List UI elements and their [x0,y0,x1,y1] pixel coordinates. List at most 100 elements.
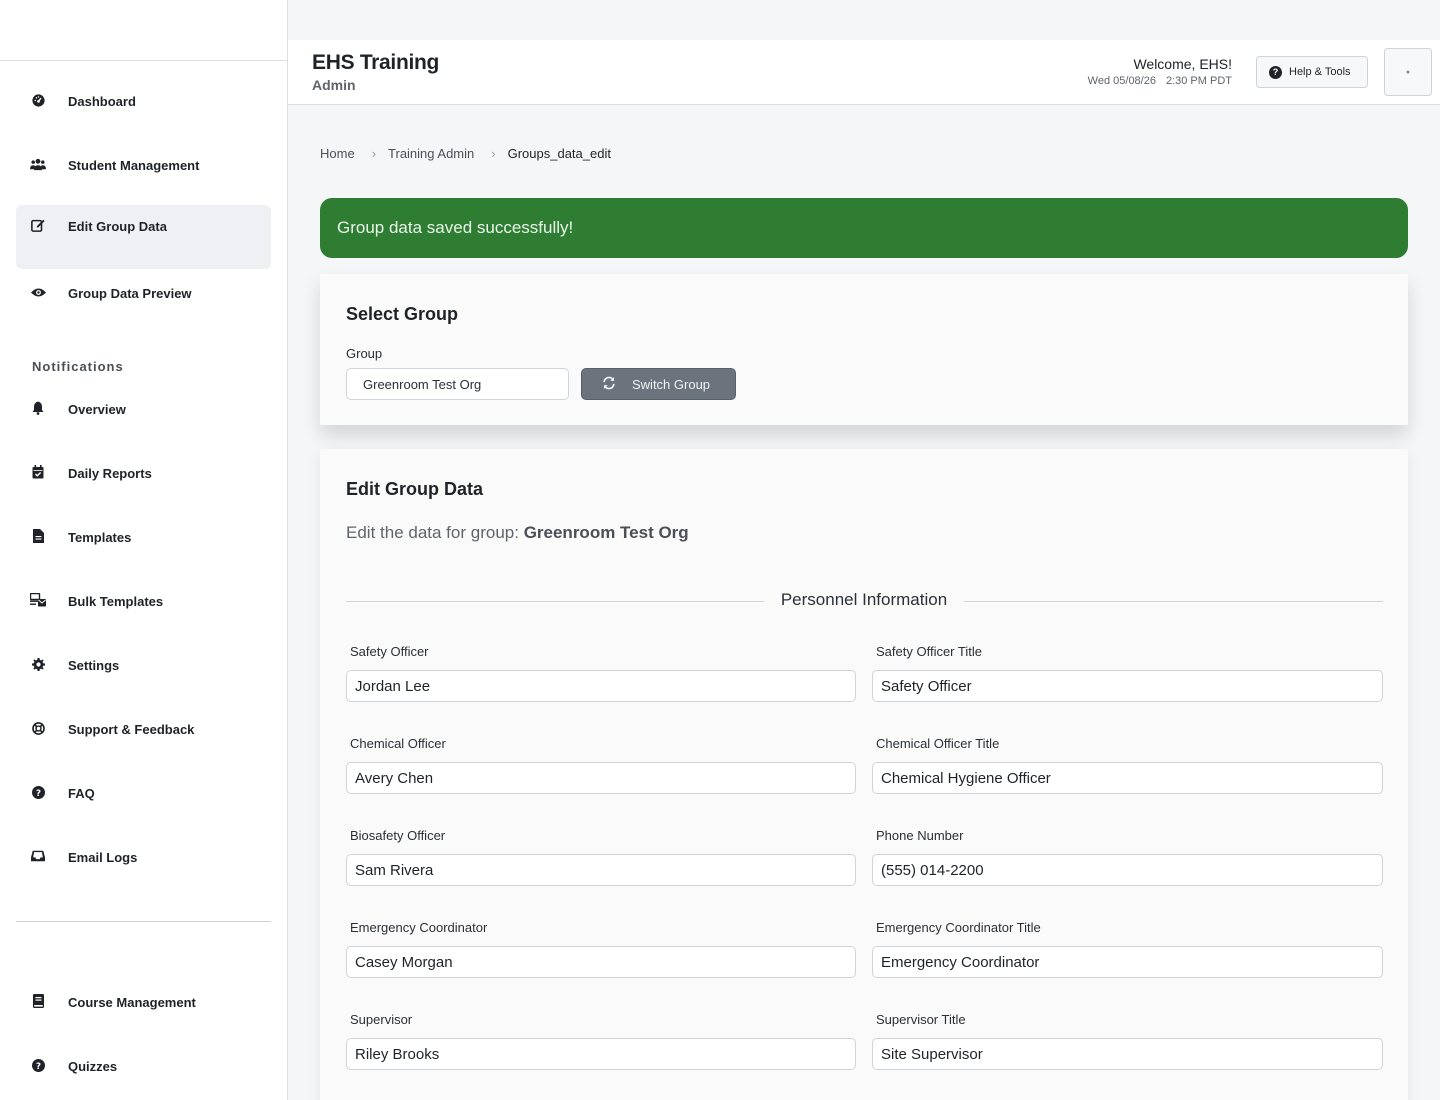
sidebar-item-student-management[interactable]: Student Management [16,144,271,208]
biosafety-officer-input[interactable] [346,854,856,886]
notifications-section-title: Notifications [32,359,124,374]
sidebar-item-label: Email Logs [68,850,138,865]
sidebar-item-label: FAQ [68,786,95,801]
safety-officer-title-label: Safety Officer Title [876,644,982,659]
emergency-coordinator-label: Emergency Coordinator [350,920,488,935]
file-icon [30,528,46,544]
help-tools-button[interactable]: ? Help & Tools [1256,56,1368,88]
question-circle-icon: ? [30,784,46,800]
sidebar-item-group-data-preview[interactable]: Group Data Preview [16,272,271,336]
supervisor-title-label: Supervisor Title [876,1012,966,1027]
sidebar-item-label: Settings [68,658,120,673]
welcome-message: Welcome, EHS! [1133,56,1232,72]
sidebar-item-label: Student Management [68,158,200,173]
svg-text:?: ? [35,788,40,798]
sidebar-item-templates[interactable]: Templates [16,516,271,580]
help-tools-label: Help & Tools [1289,66,1351,78]
divider-line [346,601,764,602]
switch-group-button[interactable]: Switch Group [581,368,736,400]
sidebar-item-email-logs[interactable]: Email Logs [16,836,271,900]
user-icon: ● [1405,68,1411,76]
dashboard-icon [30,92,46,108]
edit-group-description-prefix: Edit the data for group: [346,523,519,542]
question-circle-icon: ? [1269,65,1282,79]
chevron-right-icon: › [491,146,496,161]
personnel-section-divider: Personnel Information [346,590,1383,614]
users-icon [30,156,46,172]
sidebar-item-label: Quizzes [68,1059,118,1074]
inbox-icon [30,848,46,864]
emergency-coordinator-title-input[interactable] [872,946,1383,978]
sidebar-item-dashboard[interactable]: Dashboard [16,80,271,144]
sidebar-item-course-management[interactable]: Course Management [16,981,271,1045]
sidebar-item-label: Dashboard [68,94,136,109]
supervisor-input[interactable] [346,1038,856,1070]
current-datetime: Wed 05/08/26 2:30 PM PDT [1088,75,1232,87]
current-date: Wed 05/08/26 [1087,75,1156,87]
eye-icon [30,284,46,300]
edit-group-name: Greenroom Test Org [523,523,689,542]
select-group-title: Select Group [346,304,459,324]
current-time: 2:30 PM PDT [1165,75,1232,87]
sidebar-item-label: Group Data Preview [68,286,192,301]
sidebar-item-faq[interactable]: ? FAQ [16,772,271,836]
sidebar-item-daily-reports[interactable]: Daily Reports [16,452,271,516]
sidebar-item-label: Bulk Templates [68,594,164,609]
sidebar-item-label: Course Management [68,995,196,1010]
sidebar-item-label: Daily Reports [68,466,152,481]
sidebar-item-overview[interactable]: Overview [16,388,271,452]
edit-group-card: Edit Group Data Edit the data for group:… [320,449,1408,1100]
biosafety-officer-label: Biosafety Officer [350,828,446,843]
phone-number-label: Phone Number [876,828,964,843]
top-header: EHS Training Admin Welcome, EHS! Wed 05/… [288,40,1440,105]
sidebar-item-quizzes[interactable]: ? Quizzes [16,1045,271,1100]
chemical-officer-label: Chemical Officer [350,736,446,751]
breadcrumb-training-admin[interactable]: Training Admin [388,146,474,161]
edit-group-title: Edit Group Data [346,479,484,499]
personnel-section-title: Personnel Information [780,590,948,609]
edit-group-description: Edit the data for group: Greenroom Test … [346,523,689,543]
select-group-card: Select Group Group Greenroom Test Org Sw… [320,274,1408,425]
sidebar-item-support-feedback[interactable]: Support & Feedback [16,708,271,772]
supervisor-title-input[interactable] [872,1038,1383,1070]
gear-icon [30,656,46,672]
safety-officer-title-input[interactable] [872,670,1383,702]
user-menu-button[interactable]: ● [1384,48,1432,96]
emergency-coordinator-title-label: Emergency Coordinator Title [876,920,1041,935]
sidebar-item-settings[interactable]: Settings [16,644,271,708]
sidebar-item-edit-group-data[interactable]: Edit Group Data [16,205,271,269]
sidebar-item-label: Overview [68,402,126,417]
life-ring-icon [30,720,46,736]
group-label: Group [346,346,383,361]
group-select-value: Greenroom Test Org [363,376,482,392]
bell-icon [30,400,46,416]
success-alert: Group data saved successfully! [320,198,1408,258]
sidebar-item-label: Templates [68,530,132,545]
breadcrumb: Home › Training Admin › Groups_data_edit [320,146,611,161]
sidebar-top-divider [0,60,287,61]
chemical-officer-input[interactable] [346,762,856,794]
edit-icon [30,217,46,233]
emergency-coordinator-input[interactable] [346,946,856,978]
app-subtitle: Admin [312,77,356,93]
safety-officer-input[interactable] [346,670,856,702]
success-alert-message: Group data saved successfully! [337,218,574,237]
chemical-officer-title-label: Chemical Officer Title [876,736,1000,751]
svg-text:?: ? [35,1061,40,1071]
sidebar-item-label: Support & Feedback [68,722,195,737]
sidebar-divider [16,921,271,922]
switch-group-label: Switch Group [632,376,711,392]
breadcrumb-current: Groups_data_edit [507,146,611,161]
chevron-right-icon: › [371,146,377,161]
calendar-check-icon [30,464,46,480]
phone-number-input[interactable] [872,854,1383,886]
sidebar-item-label: Edit Group Data [68,219,167,234]
breadcrumb-home[interactable]: Home [320,146,355,161]
sidebar-item-bulk-templates[interactable]: Bulk Templates [16,580,271,644]
safety-officer-label: Safety Officer [350,644,429,659]
supervisor-label: Supervisor [350,1012,413,1027]
question-circle-icon: ? [30,1057,46,1073]
sidebar: Dashboard Student Management Edit Group … [0,0,288,1100]
group-select[interactable]: Greenroom Test Org [346,368,569,400]
chemical-officer-title-input[interactable] [872,762,1383,794]
